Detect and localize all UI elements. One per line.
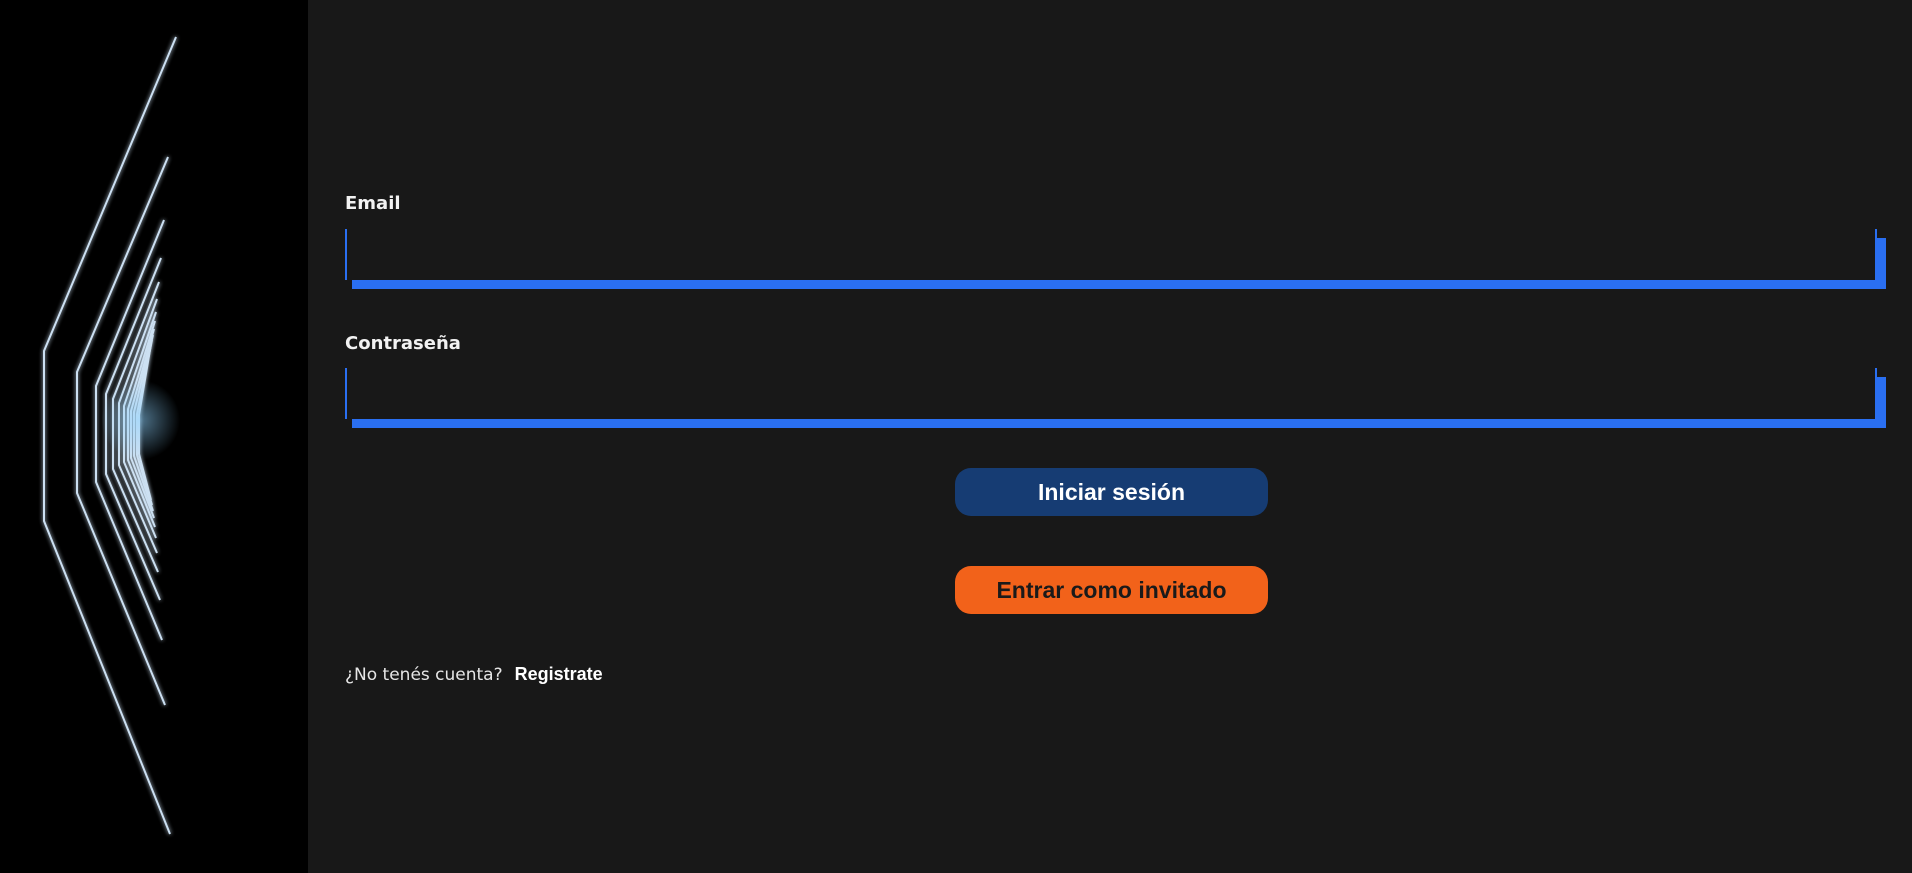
- side-art-panel: [0, 0, 308, 873]
- password-label: Contraseña: [345, 333, 461, 354]
- email-field-shadow: [352, 280, 1885, 289]
- email-field-shadow-side: [1877, 238, 1886, 289]
- email-field-wrapper: [345, 229, 1886, 289]
- tunnel-lines-illustration: [43, 36, 182, 835]
- login-page: Email Contraseña Iniciar sesión Entrar c…: [0, 0, 1912, 873]
- login-button[interactable]: Iniciar sesión: [955, 468, 1268, 516]
- register-link[interactable]: Registrate: [515, 664, 603, 685]
- password-field-wrapper: [345, 368, 1886, 428]
- email-field[interactable]: [345, 229, 1877, 280]
- login-form-area: Email Contraseña Iniciar sesión Entrar c…: [308, 0, 1912, 873]
- password-field[interactable]: [345, 368, 1877, 419]
- register-prompt-row: ¿No tenés cuenta? Registrate: [345, 664, 603, 685]
- guest-login-button[interactable]: Entrar como invitado: [955, 566, 1268, 614]
- register-prompt-text: ¿No tenés cuenta?: [345, 664, 503, 685]
- email-label: Email: [345, 193, 401, 214]
- password-field-shadow-side: [1877, 377, 1886, 428]
- password-field-shadow: [352, 419, 1885, 428]
